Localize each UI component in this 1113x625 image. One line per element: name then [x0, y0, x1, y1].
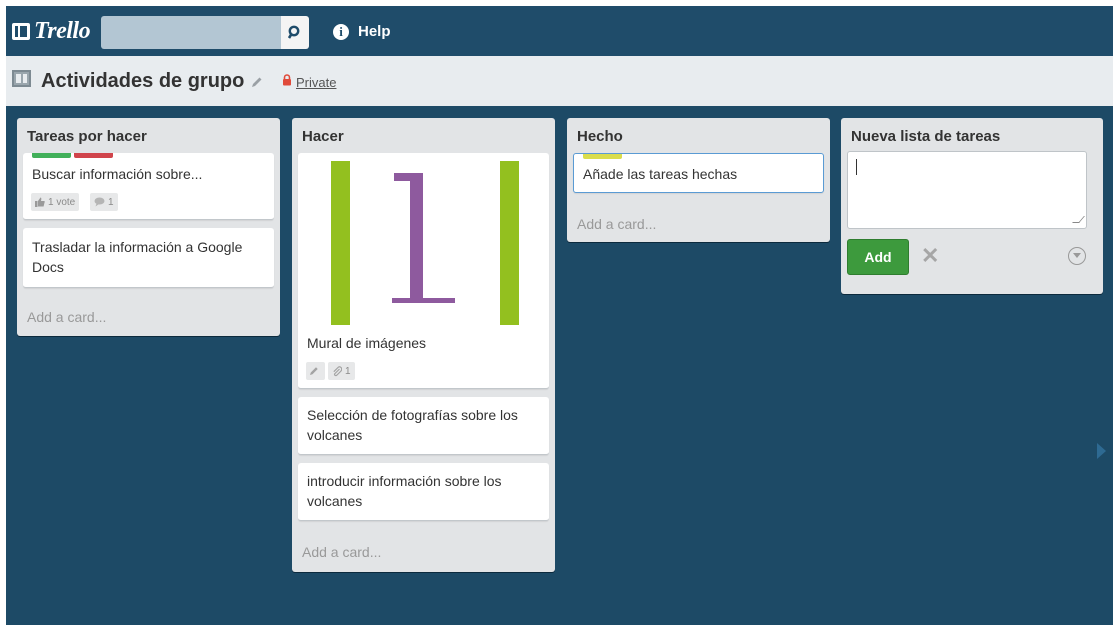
- comment-icon: [94, 197, 105, 207]
- trello-logo-icon: [12, 22, 30, 40]
- add-card-link[interactable]: Add a card...: [302, 544, 381, 560]
- label-green: [32, 153, 71, 158]
- card-title: Mural de imágenes: [307, 335, 427, 351]
- list-tareas-por-hacer: Tareas por hacer Buscar información sobr…: [17, 118, 280, 336]
- card-cover-image: [331, 161, 519, 325]
- label-yellow: [583, 154, 622, 159]
- card-seleccion-de-fotografias[interactable]: Selección de fotografías sobre los volca…: [298, 397, 549, 455]
- card-buscar-informacion[interactable]: Buscar información sobre... 1 vote 1: [23, 153, 274, 220]
- comment-count: 1: [108, 196, 114, 208]
- new-list-composer: Nueva lista de tareas Add ✕: [841, 118, 1103, 294]
- pencil-icon[interactable]: [251, 76, 263, 88]
- list-title[interactable]: Hacer: [302, 128, 344, 145]
- list-hacer: Hacer Mural de imágenes 1 Selección de f…: [292, 118, 555, 572]
- card-title: Buscar información sobre...: [32, 166, 203, 182]
- chevron-down-icon[interactable]: [1068, 247, 1086, 265]
- vote-count: 1 vote: [48, 196, 76, 208]
- attachment-badge: 1: [328, 362, 355, 380]
- vote-badge: 1 vote: [31, 193, 80, 211]
- board-title[interactable]: Actividades de grupo: [41, 70, 244, 93]
- add-card-link[interactable]: Add a card...: [577, 216, 656, 232]
- pencil-icon: [310, 367, 318, 375]
- search-button[interactable]: [281, 16, 309, 49]
- trello-window: Trello i Help Actividades de grupo Priva…: [6, 6, 1113, 625]
- board-visibility-link[interactable]: Private: [296, 75, 336, 90]
- help-link[interactable]: i Help: [333, 23, 391, 40]
- scroll-right-icon[interactable]: [1097, 443, 1106, 459]
- comment-badge: 1: [90, 193, 118, 211]
- list-title[interactable]: Tareas por hacer: [27, 128, 147, 145]
- edit-badge: [306, 362, 325, 380]
- search-icon: [288, 25, 300, 39]
- lock-icon: [283, 74, 291, 86]
- card-title: Selección de fotografías sobre los volca…: [307, 407, 518, 443]
- add-button[interactable]: Add: [847, 239, 909, 275]
- card-introducir-informacion[interactable]: introducir información sobre los volcane…: [298, 463, 549, 521]
- card-title: Trasladar la información a Google Docs: [32, 239, 243, 275]
- thumbs-up-icon: [35, 197, 45, 207]
- new-list-title: Nueva lista de tareas: [851, 128, 1001, 145]
- card-anade-las-tareas[interactable]: Añade las tareas hechas: [573, 153, 824, 193]
- paperclip-icon: [333, 365, 342, 376]
- card-title: introducir información sobre los volcane…: [307, 473, 502, 509]
- new-card-textarea[interactable]: [847, 151, 1087, 229]
- search-input[interactable]: [101, 16, 281, 49]
- label-red: [74, 153, 113, 158]
- card-title: Añade las tareas hechas: [583, 166, 738, 182]
- info-icon: i: [333, 23, 349, 40]
- card-trasladar-informacion[interactable]: Trasladar la información a Google Docs: [23, 228, 274, 288]
- add-card-link[interactable]: Add a card...: [27, 309, 106, 325]
- trello-logo-text: Trello: [34, 17, 91, 44]
- board-icon: [12, 70, 31, 87]
- resize-handle-icon[interactable]: [1072, 216, 1085, 223]
- text-caret: [856, 159, 857, 175]
- board-header: Actividades de grupo Private: [6, 56, 1113, 106]
- attachment-count: 1: [345, 365, 351, 377]
- help-label: Help: [358, 23, 391, 40]
- list-title[interactable]: Hecho: [577, 128, 623, 145]
- card-mural-de-imagenes[interactable]: Mural de imágenes 1: [298, 153, 549, 389]
- top-bar: Trello i Help: [6, 6, 1113, 56]
- trello-logo[interactable]: Trello: [12, 15, 91, 47]
- list-hecho: Hecho Añade las tareas hechas Add a card…: [567, 118, 830, 242]
- close-icon[interactable]: ✕: [921, 245, 939, 267]
